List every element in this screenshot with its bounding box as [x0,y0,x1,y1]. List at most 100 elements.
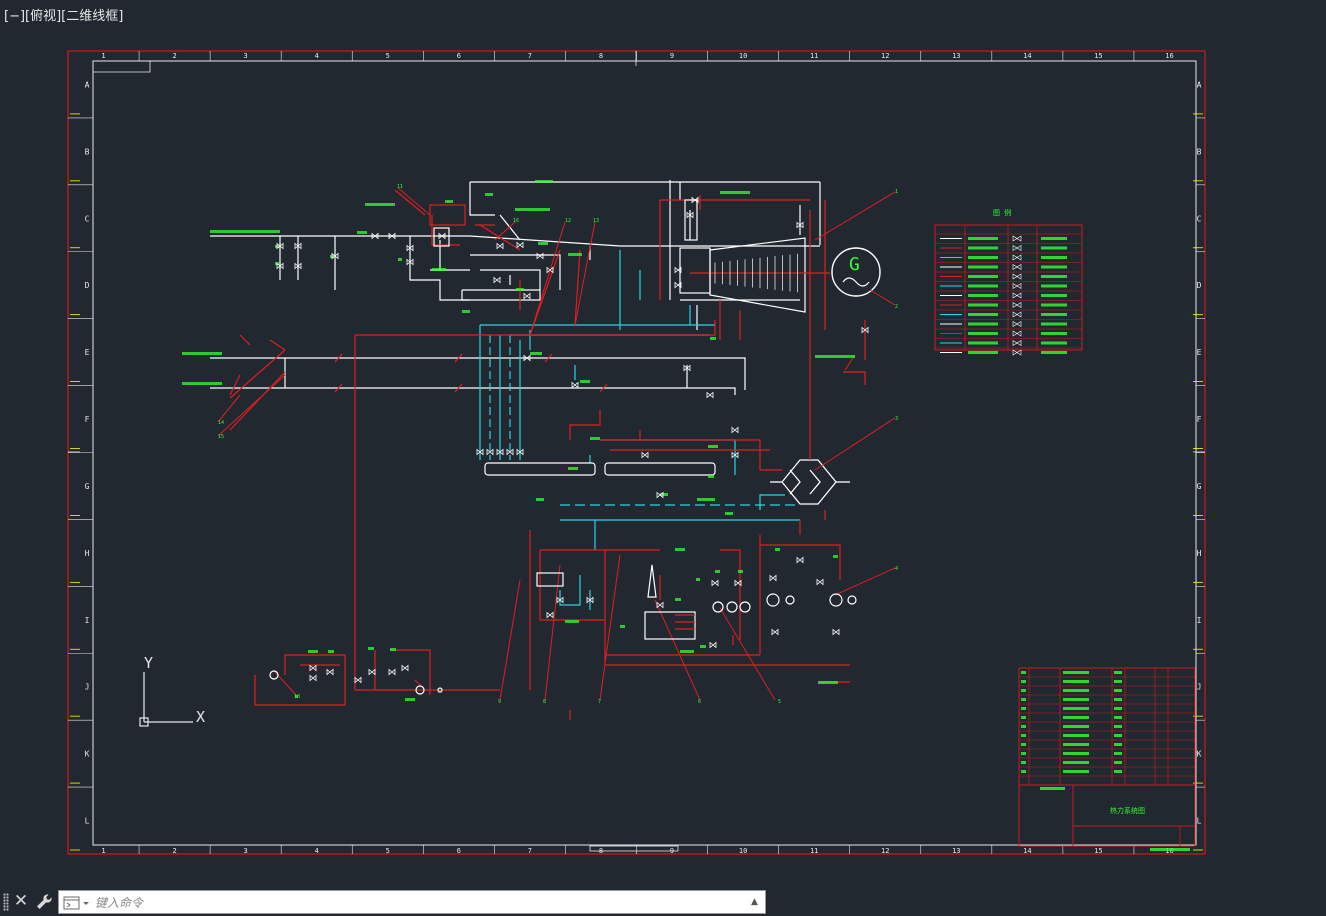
col-top-label: 1 [101,52,105,60]
row-left-label: A [85,80,90,89]
lower-equipment[interactable] [429,199,698,640]
callout-number: 7 [598,699,601,705]
callout-number: 12 [565,218,571,224]
row-left-label: J [85,683,90,692]
row-left-label: F [85,415,90,424]
row-right-label: J [1197,683,1202,692]
row-left-label: L [85,817,90,826]
col-bottom-label: 13 [952,847,960,855]
row-right-label: B [1197,147,1202,156]
generator[interactable]: G [831,247,881,297]
callout-number: 16 [513,218,519,224]
col-bottom-label: 14 [1023,847,1031,855]
col-top-label: 11 [810,52,818,60]
row-left-label: D [85,281,90,290]
col-bottom-label: 11 [810,847,818,855]
col-top-label: 3 [244,52,248,60]
grip-handle[interactable] [3,893,9,911]
feedwater-tanks[interactable] [484,462,716,476]
bottom-scale-marks [589,845,679,852]
row-right-label: K [1197,750,1202,759]
col-top-label: 16 [1165,52,1173,60]
callout-number: 13 [593,218,599,224]
row-right-label: C [1197,214,1202,223]
legend-rows [935,233,1082,356]
ucs-y-label: Y [144,654,153,672]
col-bottom-label: 3 [244,847,248,855]
callout-number: 11 [397,184,403,190]
callout-number: 2 [895,304,898,310]
ucs-icon: Y X [139,654,205,727]
column-labels-top: 1 2 3 4 5 6 7 8 9 10 11 12 13 14 15 16 [101,51,1174,61]
wrench-icon[interactable] [34,892,54,912]
col-top-label: 2 [172,52,176,60]
col-bottom-label: 7 [528,847,532,855]
row-right-label: H [1197,549,1202,558]
col-top-label: 5 [386,52,390,60]
callout-number: 4 [895,566,898,572]
row-left-label: C [85,214,90,223]
condenser[interactable] [770,459,850,505]
valves[interactable] [276,196,869,684]
command-prompt-icon[interactable] [63,896,91,910]
title-block: 热力系统图 [1018,667,1196,851]
row-left-label: K [85,750,90,759]
cad-application: 1 2 3 4 5 6 7 8 9 10 11 12 13 14 15 16 1 2 3 4 5 6 7 8 9 10 11 12 1… [0,0,1326,916]
callout-numbers: 123456789101112 13141516 [218,184,898,705]
col-bottom-label: 15 [1094,847,1102,855]
col-top-label: 14 [1023,52,1031,60]
generator-label: G [849,254,860,275]
row-left-label: H [85,549,90,558]
col-bottom-label: 2 [172,847,176,855]
drawing-title: 热力系统图 [1110,806,1145,815]
col-bottom-label: 12 [881,847,889,855]
steam-turbine[interactable] [679,237,830,313]
callout-number: 14 [218,420,224,426]
col-top-label: 13 [952,52,960,60]
drawing-canvas[interactable]: 1 2 3 4 5 6 7 8 9 10 11 12 13 14 15 16 1 2 3 4 5 6 7 8 9 10 11 12 1… [0,0,1326,888]
pipe-break-marks [334,353,608,393]
close-icon[interactable]: ✕ [13,891,29,911]
row-right-label: A [1197,80,1202,89]
callout-number: 9 [498,699,501,705]
row-left-label: I [85,616,90,625]
command-input[interactable] [93,892,747,914]
auxiliary-red-pipes[interactable] [229,189,866,720]
legend-table: 图 例 [934,208,1083,356]
row-right-label: G [1197,482,1202,491]
col-top-label: 10 [739,52,747,60]
row-labels-left: A B C D E F G H I J K L [68,80,93,851]
col-bottom-label: 1 [101,847,105,855]
col-top-label: 15 [1094,52,1102,60]
callout-number: 8 [543,699,546,705]
callout-leaders [217,187,896,701]
col-top-label: 4 [315,52,319,60]
row-right-label: E [1197,348,1202,357]
col-bottom-label: 6 [457,847,461,855]
row-right-label: L [1197,817,1202,826]
col-top-label: 6 [457,52,461,60]
steam-pipes[interactable] [210,180,821,395]
col-top-label: 12 [881,52,889,60]
col-top-label: 8 [599,52,603,60]
callout-number: 10 [294,694,300,700]
callout-number: 5 [778,699,781,705]
command-history-icon[interactable]: ▲ [751,897,761,907]
callout-number: 6 [698,699,701,705]
viewport-controls-label[interactable]: [−][俯视][二维线框] [4,5,123,24]
col-bottom-label: 5 [386,847,390,855]
ucs-x-label: X [196,708,205,726]
col-bottom-label: 4 [315,847,319,855]
row-right-label: I [1197,616,1202,625]
col-bottom-label: 10 [739,847,747,855]
col-top-label: 9 [670,52,674,60]
command-line-bar: ✕ ▲ [0,888,770,916]
col-top-label: 7 [528,52,532,60]
title-block-rows [1019,671,1195,851]
sheet-frame [67,50,1206,855]
row-left-label: B [85,147,90,156]
callout-number: 3 [895,416,898,422]
legend-title: 图 例 [993,208,1011,217]
pumps[interactable] [269,593,857,695]
row-left-label: G [85,482,90,491]
